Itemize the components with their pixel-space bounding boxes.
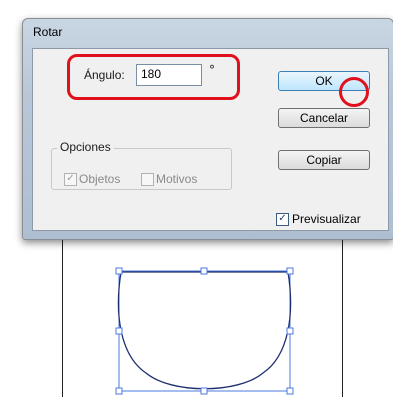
selection-bounding-box xyxy=(118,270,291,392)
preview-checkbox[interactable]: ✓ xyxy=(276,212,289,226)
patterns-checkbox xyxy=(141,172,154,186)
screenshot-stage: Rotar Ángulo: 180 ° Opciones ✓ Objetos M… xyxy=(0,0,393,397)
ok-highlight-annotation xyxy=(339,77,369,107)
objects-label: Objetos xyxy=(79,172,121,186)
handle-top-right[interactable] xyxy=(286,267,294,275)
handle-top-middle[interactable] xyxy=(200,267,208,275)
angle-label: Ángulo: xyxy=(84,68,125,82)
patterns-label: Motivos xyxy=(156,172,198,186)
objects-checkbox: ✓ xyxy=(64,172,77,186)
handle-top-left[interactable] xyxy=(115,267,123,275)
handle-bottom-middle[interactable] xyxy=(200,387,208,395)
artboard[interactable] xyxy=(62,236,343,397)
handle-bottom-left[interactable] xyxy=(115,387,123,395)
handle-bottom-right[interactable] xyxy=(286,387,294,395)
selected-path[interactable] xyxy=(117,271,292,390)
canvas-art xyxy=(115,267,294,395)
options-legend: Opciones xyxy=(57,140,114,154)
preview-option[interactable]: ✓ Previsualizar xyxy=(276,212,361,226)
handle-middle-right[interactable] xyxy=(286,327,294,335)
rotate-dialog: Rotar Ángulo: 180 ° Opciones ✓ Objetos M… xyxy=(22,18,393,240)
copy-button[interactable]: Copiar xyxy=(278,150,370,170)
preview-label: Previsualizar xyxy=(292,212,361,226)
handle-middle-left[interactable] xyxy=(115,327,123,335)
dialog-title: Rotar xyxy=(33,25,63,39)
patterns-option: Motivos xyxy=(141,172,197,186)
cancel-button[interactable]: Cancelar xyxy=(278,108,370,128)
angle-input[interactable]: 180 xyxy=(136,64,202,86)
degree-unit: ° xyxy=(209,63,215,77)
objects-option: ✓ Objetos xyxy=(64,172,120,186)
